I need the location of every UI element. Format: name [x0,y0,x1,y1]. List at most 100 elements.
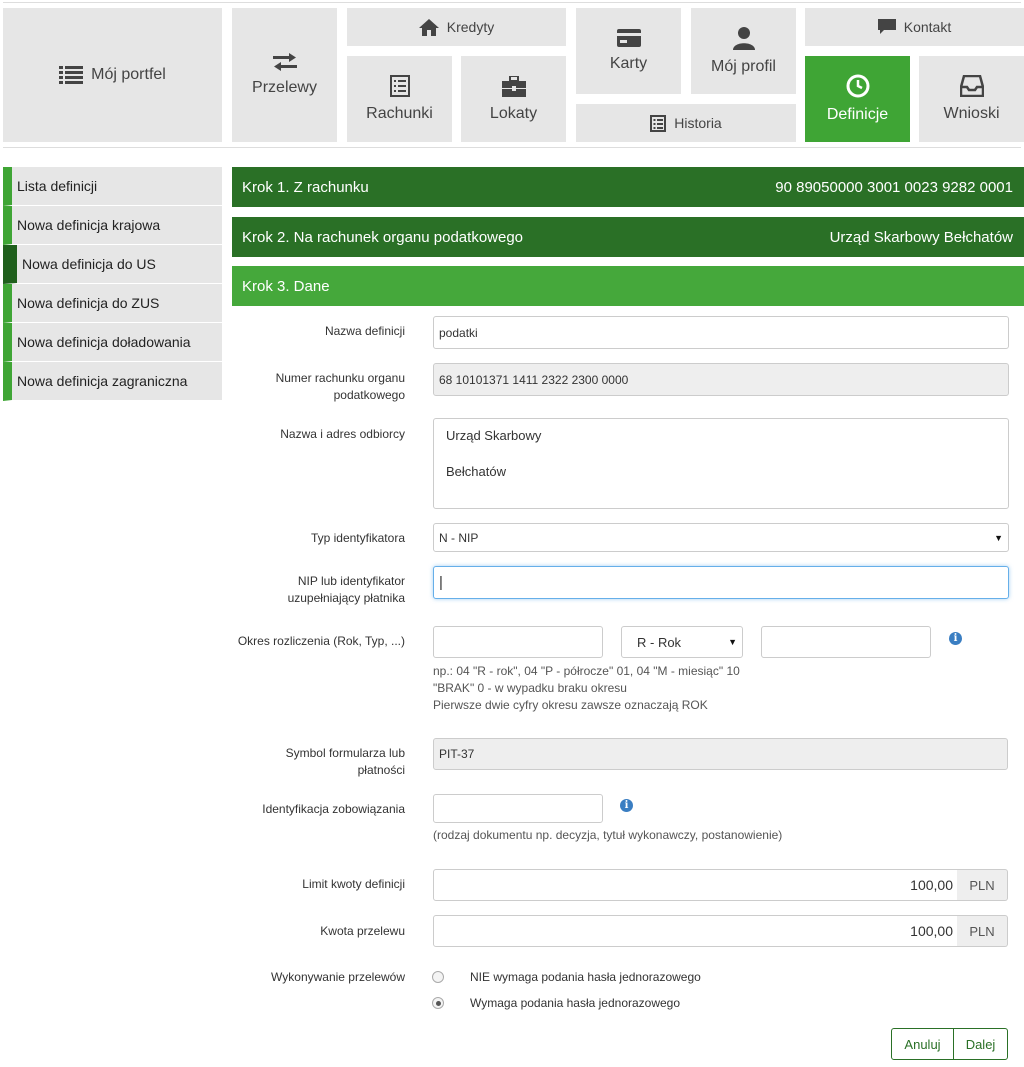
nav-requests-label: Wnioski [943,105,1000,122]
nav-portfolio-label: Mój portfel [91,66,166,83]
home-icon [418,18,447,36]
step-2-header[interactable]: Krok 2. Na rachunek organu podatkowego U… [232,217,1024,257]
step-1-account-number: 90 89050000 3001 0023 9282 0001 [775,178,1013,196]
nip-input[interactable]: | [433,566,1009,599]
id-type-label: Typ identyfikatora [310,531,405,545]
step-2-title: Krok 2. Na rachunek organu podatkowego [242,228,524,246]
transfer-currency-addon: PLN [957,915,1008,947]
nip-label-line1: NIP lub identyfikator [297,574,405,588]
step-1-title: Krok 1. Z rachunku [242,178,369,196]
period-hint: np.: 04 "R - rok", 04 "P - półrocze" 01,… [433,663,740,714]
nav-tile-history[interactable]: Historia [576,104,796,142]
execution-option-otp[interactable]: Wymaga podania hasła jednorazowego [432,996,680,1010]
period-year-input[interactable] [433,626,603,658]
briefcase-icon [501,75,526,105]
nav-tile-transfers[interactable]: Przelewy [232,8,337,142]
recipient-textarea[interactable]: Urząd Skarbowy Bełchatów [433,418,1009,509]
next-button[interactable]: Dalej [953,1028,1008,1060]
recipient-line-2: Bełchatów [446,463,506,479]
step-3-title: Krok 3. Dane [242,277,330,295]
execution-option-no-otp-label: NIE wymaga podania hasła jednorazowego [470,970,701,984]
main-navigation: Mój portfel Przelewy Kredyty Rachunki Lo… [0,0,1024,150]
execution-option-otp-label: Wymaga podania hasła jednorazowego [470,996,681,1010]
document-list-icon [389,75,410,105]
limit-label: Limit kwoty definicji [302,877,405,891]
chat-bubble-icon [877,19,904,35]
tax-account-label: Numer rachunku organu podatkowego [276,370,405,404]
sidebar-item-new-topup[interactable]: Nowa definicja doładowania [3,323,222,362]
step-1-header[interactable]: Krok 1. Z rachunku 90 89050000 3001 0023… [232,167,1024,207]
nav-contact-label: Kontakt [903,19,952,35]
period-type-selected: R - Rok [637,634,682,650]
limit-currency-addon: PLN [957,869,1008,901]
dropdown-caret-icon: ▼ [728,637,737,647]
definition-name-label: Nazwa definicji [324,324,405,338]
definitions-sidebar: Lista definicji Nowa definicja krajowa N… [3,167,222,401]
step-3-header: Krok 3. Dane [232,266,1024,306]
obligation-id-hint: (rodzaj dokumentu np. decyzja, tytuł wyk… [433,828,783,842]
nip-label-line2: uzupełniający płatnika [287,591,405,605]
nav-tile-contact[interactable]: Kontakt [805,8,1024,46]
transfer-arrows-icon [272,53,297,79]
id-type-select[interactable]: N - NIP ▼ [433,523,1009,552]
sidebar-item-new-domestic[interactable]: Nowa definicja krajowa [3,206,222,245]
inbox-icon [959,75,984,105]
user-icon [732,26,755,58]
period-hint-line3: Pierwsze dwie cyfry okresu zawsze oznacz… [433,698,708,712]
nav-accounts-label: Rachunki [366,105,433,122]
transfer-amount-label: Kwota przelewu [320,924,405,938]
definition-name-input[interactable]: podatki [433,316,1009,349]
nav-tile-cards[interactable]: Karty [576,8,681,94]
cancel-button[interactable]: Anuluj [891,1028,954,1060]
sidebar-item-new-foreign[interactable]: Nowa definicja zagraniczna [3,362,222,401]
nav-loans-label: Kredyty [446,19,495,35]
obligation-id-label: Identyfikacja zobowiązania [262,802,405,816]
period-value-input[interactable] [761,626,931,658]
obligation-info-icon[interactable]: i [620,799,633,812]
nav-deposits-label: Lokaty [489,104,538,122]
tax-account-field: 68 10101371 1411 2322 2300 0000 [433,363,1009,396]
recipient-label: Nazwa i adres odbiorcy [280,427,405,441]
tax-account-label-line1: Numer rachunku organu [275,371,405,385]
nav-tile-profile[interactable]: Mój profil [691,8,796,94]
execution-option-no-otp[interactable]: NIE wymaga podania hasła jednorazowego [432,970,701,984]
sidebar-item-new-tax-office[interactable]: Nowa definicja do US [3,245,222,284]
period-label: Okres rozliczenia (Rok, Typ, ...) [237,634,405,648]
clock-icon [846,74,870,106]
transfer-amount-input[interactable]: 100,00 [433,915,958,947]
dropdown-caret-icon: ▼ [994,532,1003,543]
recipient-line-1: Urząd Skarbowy [446,428,542,443]
obligation-id-input[interactable] [433,794,603,823]
execution-label: Wykonywanie przelewów [271,970,405,984]
id-type-selected: N - NIP [439,530,479,545]
history-list-icon [650,114,674,132]
nav-cards-label: Karty [609,55,648,72]
period-hint-line1: np.: 04 "R - rok", 04 "P - półrocze" 01,… [433,664,740,678]
nav-tile-definitions[interactable]: Definicje [805,56,910,142]
list-icon [59,65,91,85]
nav-tile-deposits[interactable]: Lokaty [461,56,566,142]
sidebar-item-definition-list[interactable]: Lista definicji [3,167,222,206]
form-symbol-label-line1: Symbol formularza lub [285,746,405,760]
radio-otp[interactable] [432,997,444,1009]
period-type-select[interactable]: R - Rok ▼ [621,626,743,658]
form-symbol-field: PIT-37 [433,738,1008,770]
radio-no-otp[interactable] [432,971,444,983]
limit-amount-input[interactable]: 100,00 [433,869,958,901]
tax-account-label-line2: podatkowego [333,388,405,402]
nav-tile-portfolio[interactable]: Mój portfel [3,8,222,142]
nip-label: NIP lub identyfikator uzupełniający płat… [288,573,405,607]
nav-tile-requests[interactable]: Wnioski [919,56,1024,142]
sidebar-item-new-zus[interactable]: Nowa definicja do ZUS [3,284,222,323]
nav-history-label: Historia [674,115,722,131]
nav-definitions-label: Definicje [826,106,889,123]
nav-profile-label: Mój profil [711,58,776,75]
nav-tile-loans[interactable]: Kredyty [347,8,566,46]
form-symbol-label-line2: płatności [357,763,405,777]
step-2-recipient: Urząd Skarbowy Bełchatów [829,228,1013,246]
nav-tile-accounts[interactable]: Rachunki [347,56,452,142]
period-hint-line2: "BRAK" 0 - w wypadku braku okresu [433,681,627,695]
nav-transfers-label: Przelewy [252,79,317,96]
period-info-icon[interactable]: i [949,632,962,645]
credit-card-icon [616,29,641,55]
